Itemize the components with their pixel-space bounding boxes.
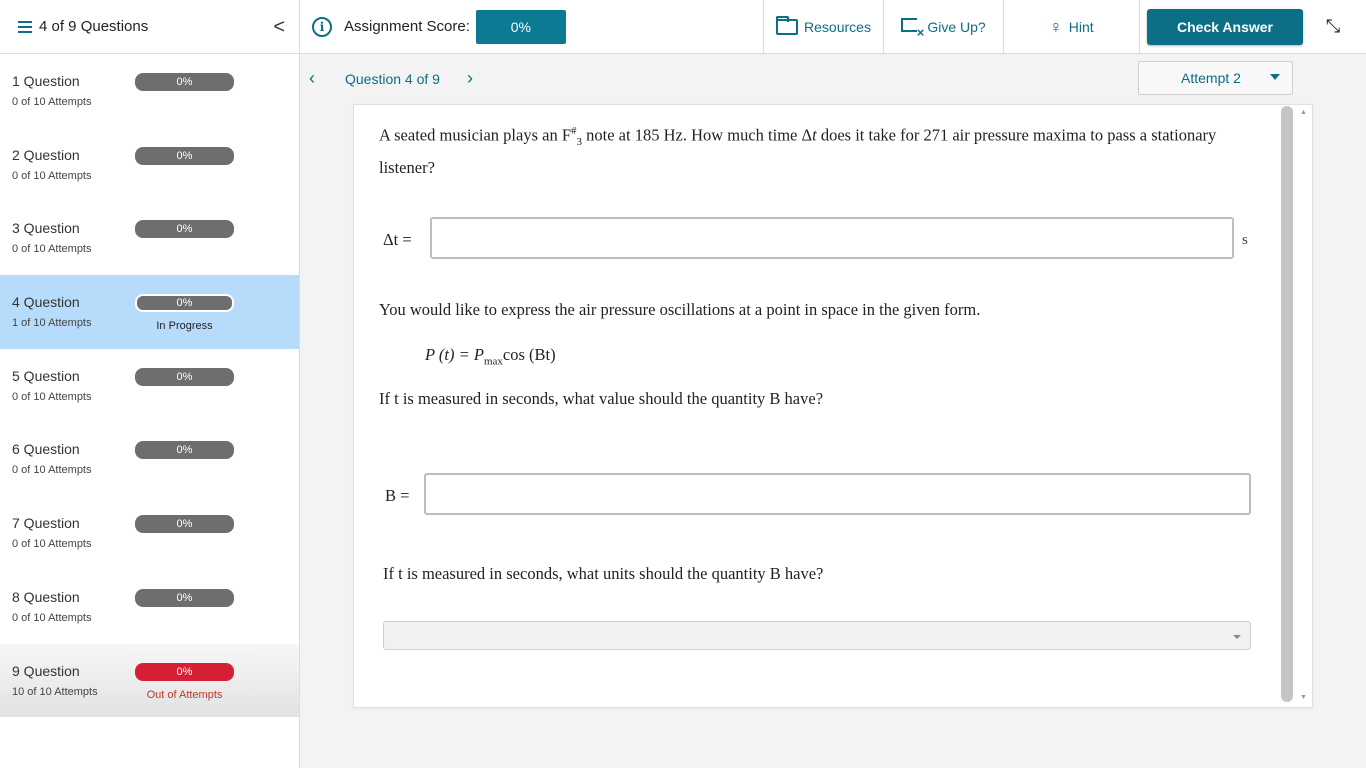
attempt-label: Attempt 2 [1181, 70, 1241, 86]
question-title: 2 Question [12, 146, 80, 163]
list-icon [18, 20, 32, 33]
collapse-sidebar-icon[interactable]: < [273, 16, 285, 39]
resources-button[interactable]: Resources [764, 0, 884, 54]
question-score-bar: 0% [135, 515, 234, 534]
question-sidebar: 1 Question 0 of 10 Attempts 0% 2 Questio… [0, 54, 300, 768]
delta-t-input[interactable] [430, 217, 1234, 259]
question-count: 4 of 9 Questions [39, 18, 149, 35]
delta-t-label: Δt = [383, 230, 412, 249]
attempt-dropdown[interactable]: Attempt 2 [1138, 61, 1293, 95]
score-label: Assignment Score: [344, 18, 470, 35]
question-text: A seated musician plays an F#3 note at 1… [379, 125, 1217, 177]
scroll-down-icon[interactable]: ▼ [1300, 694, 1307, 701]
check-answer-button[interactable]: Check Answer [1147, 8, 1303, 45]
question-title: 8 Question [12, 588, 80, 605]
question-title: 6 Question [12, 441, 80, 458]
question-label: Question 4 of 9 [345, 71, 440, 87]
question-count-panel: 4 of 9 Questions < [0, 0, 300, 54]
b-label: B = [385, 486, 410, 505]
give-up-button[interactable]: × Give Up? [884, 0, 1004, 54]
question-title: 4 Question [12, 294, 80, 311]
question-status: In Progress [156, 320, 213, 333]
question-nav: ‹ Question 4 of 9 › Attempt 2 [300, 54, 1366, 104]
question-score-bar: 0% [135, 367, 234, 386]
question-card: A seated musician plays an F#3 note at 1… [353, 104, 1313, 708]
sidebar-item-question-3[interactable]: 3 Question 0 of 10 Attempts 0% [0, 201, 299, 275]
assignment-score: i Assignment Score: 0% [300, 0, 764, 54]
folder-icon [776, 15, 799, 35]
question-attempts: 0 of 10 Attempts [12, 390, 92, 403]
sidebar-item-question-9[interactable]: 9 Question 10 of 10 Attempts 0% Out of A… [0, 643, 299, 718]
question-title: 1 Question [12, 73, 80, 89]
question-score-bar: 0% [135, 441, 234, 460]
b-units-prompt: If t is measured in seconds, what units … [383, 564, 824, 583]
question-attempts: 0 of 10 Attempts [12, 243, 92, 256]
question-status: Out of Attempts [146, 688, 223, 701]
sidebar-item-question-1[interactable]: 1 Question 0 of 10 Attempts 0% [0, 54, 299, 128]
content-scrollbar[interactable] [1281, 106, 1295, 706]
question-score-bar: 0% [135, 588, 234, 607]
question-attempts: 0 of 10 Attempts [12, 464, 92, 477]
question-score-bar: 0% [135, 73, 234, 91]
delta-t-unit: s [1242, 232, 1248, 248]
previous-question-icon[interactable]: ‹ [309, 68, 315, 89]
b-input[interactable] [424, 473, 1251, 515]
question-attempts: 0 of 10 Attempts [12, 538, 92, 551]
next-question-icon[interactable]: › [467, 68, 473, 89]
units-select[interactable] [383, 621, 1251, 650]
give-up-icon: × [901, 17, 924, 40]
caret-down-icon [1270, 74, 1280, 80]
question-title: 9 Question [12, 662, 80, 679]
top-bar: 4 of 9 Questions < i Assignment Score: 0… [0, 0, 1366, 54]
question-attempts: 1 of 10 Attempts [12, 317, 92, 330]
resources-label: Resources [804, 18, 871, 35]
question-title: 3 Question [12, 220, 80, 237]
lightbulb-icon: ♀ [1049, 16, 1063, 37]
b-value-prompt: If t is measured in seconds, what value … [379, 389, 824, 408]
question-score-bar: 0% [135, 146, 234, 165]
question-attempts: 0 of 10 Attempts [12, 96, 92, 108]
sidebar-item-question-6[interactable]: 6 Question 0 of 10 Attempts 0% [0, 422, 299, 496]
give-up-label: Give Up? [927, 18, 986, 35]
info-icon[interactable]: i [312, 16, 332, 37]
question-attempts: 0 of 10 Attempts [12, 169, 92, 182]
oscillation-prompt: You would like to express the air pressu… [379, 300, 981, 319]
sidebar-item-question-4[interactable]: 4 Question 1 of 10 Attempts 0% In Progre… [0, 275, 299, 349]
scroll-up-icon[interactable]: ▲ [1300, 109, 1307, 116]
question-score-bar: 0% [135, 294, 234, 313]
question-score-bar: 0% [135, 662, 234, 681]
question-attempts: 0 of 10 Attempts [12, 611, 92, 624]
hint-label: Hint [1068, 18, 1094, 35]
sidebar-item-question-8[interactable]: 8 Question 0 of 10 Attempts 0% [0, 570, 299, 644]
question-title: 7 Question [12, 515, 80, 532]
sidebar-item-question-5[interactable]: 5 Question 0 of 10 Attempts 0% [0, 349, 299, 423]
caret-down-icon [1233, 635, 1241, 639]
exit-fullscreen-icon[interactable]: ⤡ [1310, 0, 1356, 54]
question-attempts: 10 of 10 Attempts [12, 685, 98, 698]
scrollbar-thumb[interactable] [1281, 106, 1293, 702]
score-value: 0% [475, 9, 566, 44]
pressure-formula: P (t) = Pmaxcos (Bt) [425, 345, 556, 368]
question-score-bar: 0% [135, 220, 234, 239]
check-answer-wrap: Check Answer [1140, 0, 1310, 54]
sidebar-item-question-2[interactable]: 2 Question 0 of 10 Attempts 0% [0, 128, 299, 202]
question-title: 5 Question [12, 367, 80, 384]
hint-button[interactable]: ♀ Hint [1004, 0, 1140, 54]
sidebar-item-question-7[interactable]: 7 Question 0 of 10 Attempts 0% [0, 496, 299, 570]
